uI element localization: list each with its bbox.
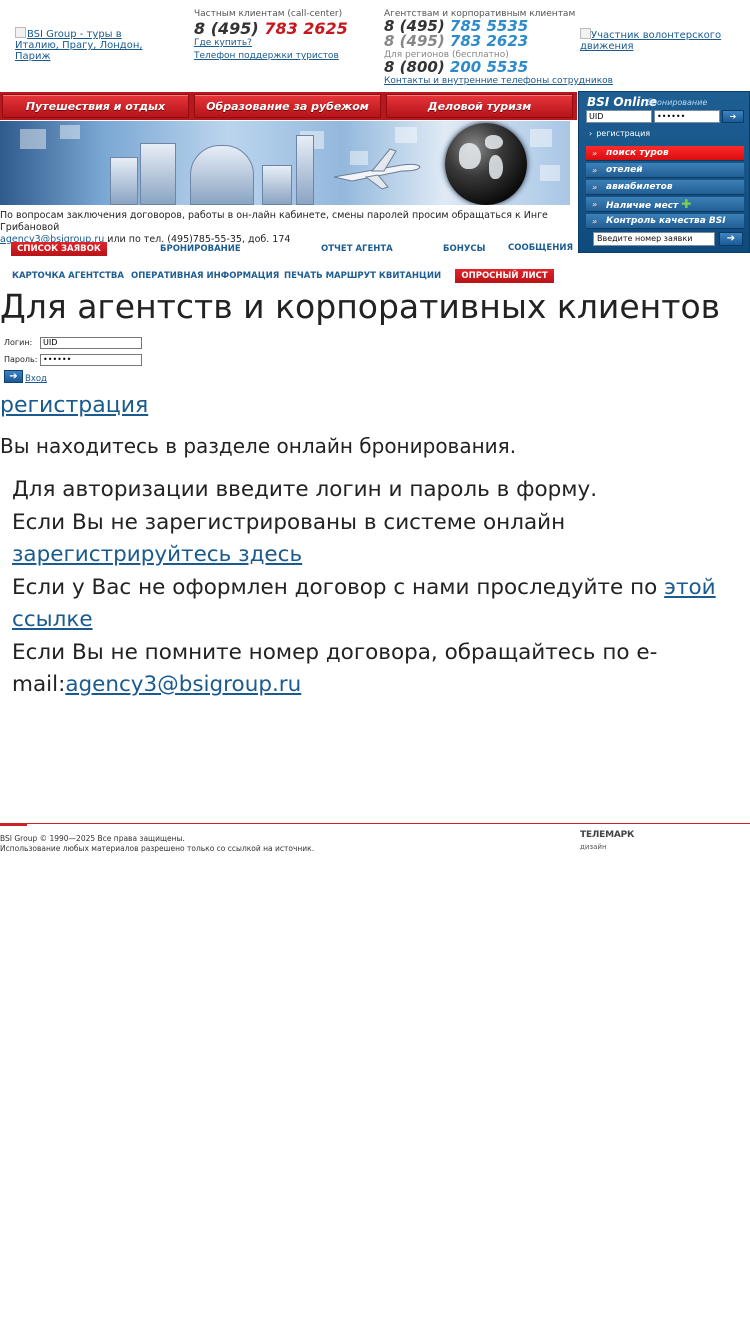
- menu-messages[interactable]: Сообщения: [508, 243, 573, 253]
- login-submit-button[interactable]: ➔: [4, 370, 23, 383]
- arrow-right-icon: ➔: [9, 371, 18, 382]
- menu-operative-info[interactable]: Оперативная информация: [131, 271, 279, 281]
- contract-notice: По вопросам заключения договоров, работы…: [0, 210, 548, 245]
- login-input[interactable]: UID: [40, 337, 142, 349]
- footer-accent: [0, 823, 27, 826]
- globe-icon: [445, 123, 527, 205]
- panel-item-flights[interactable]: » авиабилетов: [586, 180, 744, 195]
- regions-phone: 8 (800) 200 5535: [384, 58, 529, 76]
- info-line-4: Если Вы не помните номер договора, обращ…: [12, 639, 658, 698]
- password-label: Пароль:: [4, 355, 38, 364]
- nav-travel-button[interactable]: Путешествия и отдых: [2, 94, 189, 118]
- double-chevron-icon: »: [592, 149, 598, 158]
- order-number-input[interactable]: Введите номер заявки: [593, 232, 715, 246]
- bsi-online-panel: BSI Online бронирование UID •••••• ➔ рег…: [578, 91, 750, 253]
- where-to-buy-link[interactable]: Где купить?: [194, 38, 252, 49]
- panel-login-button[interactable]: ➔: [722, 110, 744, 123]
- support-email-link[interactable]: agency3@bsigroup.ru: [65, 672, 301, 697]
- volunteer-link[interactable]: Участник волонтерского движения: [580, 28, 730, 52]
- plus-icon: ✚: [681, 197, 692, 211]
- menu-print-receipt[interactable]: Печать маршрут квитанции: [284, 271, 441, 281]
- panel-item-quality-control[interactable]: » Контроль качества BSI: [586, 214, 744, 229]
- panel-item-availability[interactable]: » Наличие мест ✚: [586, 197, 744, 212]
- panel-item-tour-search[interactable]: » поиск туров: [586, 146, 744, 161]
- private-phone: 8 (495) 783 2625: [194, 19, 348, 38]
- info-line-1: Для авторизации введите логин и пароль в…: [12, 477, 598, 502]
- broken-image-icon: [580, 28, 591, 39]
- menu-bonuses[interactable]: Бонусы: [443, 244, 485, 254]
- agency-phone-2: 8 (495) 783 2623: [384, 32, 529, 50]
- order-search-button[interactable]: ➔: [719, 232, 743, 246]
- double-chevron-icon: »: [592, 183, 598, 192]
- info-line-2: Если Вы не зарегистрированы в системе он…: [12, 509, 566, 568]
- telemark-sub: дизайн: [580, 843, 607, 851]
- usage-note: Использование любых материалов разрешено…: [0, 844, 315, 853]
- menu-requests-list[interactable]: Список заявок: [11, 242, 107, 256]
- double-chevron-icon: »: [592, 200, 598, 209]
- footer-text: BSI Group © 1990—2025 Все права защищены…: [0, 834, 314, 854]
- contacts-link[interactable]: Контакты и внутренние телефоны сотрудник…: [384, 76, 613, 87]
- menu-agency-card[interactable]: Карточка агентства: [12, 271, 124, 281]
- arrow-right-icon: ➔: [726, 233, 736, 244]
- menu-booking[interactable]: Бронирование: [160, 244, 241, 254]
- panel-subtitle: бронирование: [647, 98, 708, 107]
- broken-image-icon: [15, 27, 26, 38]
- info-line-3: Если у Вас не оформлен договор с нами пр…: [12, 574, 716, 633]
- logo-alt-text: BSI Group - туры в Италию, Прагу, Лондон…: [15, 29, 143, 62]
- nav-business-button[interactable]: Деловой туризм: [386, 94, 573, 118]
- panel-password-input[interactable]: ••••••: [654, 110, 720, 123]
- panel-item-hotels[interactable]: » отелей: [586, 163, 744, 178]
- header-banner: [0, 121, 570, 205]
- enter-link[interactable]: Вход: [25, 374, 47, 384]
- airplane-icon: [333, 148, 421, 190]
- login-label: Логин:: [4, 338, 33, 347]
- menu-survey[interactable]: Опросный лист: [455, 269, 554, 283]
- register-here-link[interactable]: зарегистрируйтесь здесь: [12, 542, 302, 567]
- panel-login-input[interactable]: UID: [586, 110, 652, 123]
- menu-agent-report[interactable]: Отчет агента: [321, 244, 393, 254]
- password-input[interactable]: ••••••: [40, 354, 142, 366]
- logo-link[interactable]: BSI Group - туры в Италию, Прагу, Лондон…: [15, 27, 155, 62]
- double-chevron-icon: »: [592, 217, 598, 226]
- register-link[interactable]: регистрация: [0, 393, 148, 418]
- section-text: Вы находитесь в разделе онлайн бронирова…: [0, 434, 517, 458]
- footer-divider: [0, 823, 750, 824]
- page-title: Для агентств и корпоративных клиентов: [0, 287, 721, 326]
- auth-instructions: Для авторизации введите логин и пароль в…: [12, 474, 746, 702]
- panel-register-link[interactable]: регистрация: [589, 129, 650, 138]
- telemark-logo[interactable]: ТЕЛЕМАРК: [580, 830, 634, 840]
- nav-education-button[interactable]: Образование за рубежом: [194, 94, 381, 118]
- copyright: BSI Group © 1990—2025 Все права защищены…: [0, 834, 185, 843]
- double-chevron-icon: »: [592, 166, 598, 175]
- support-phone-link[interactable]: Телефон поддержки туристов: [194, 51, 339, 62]
